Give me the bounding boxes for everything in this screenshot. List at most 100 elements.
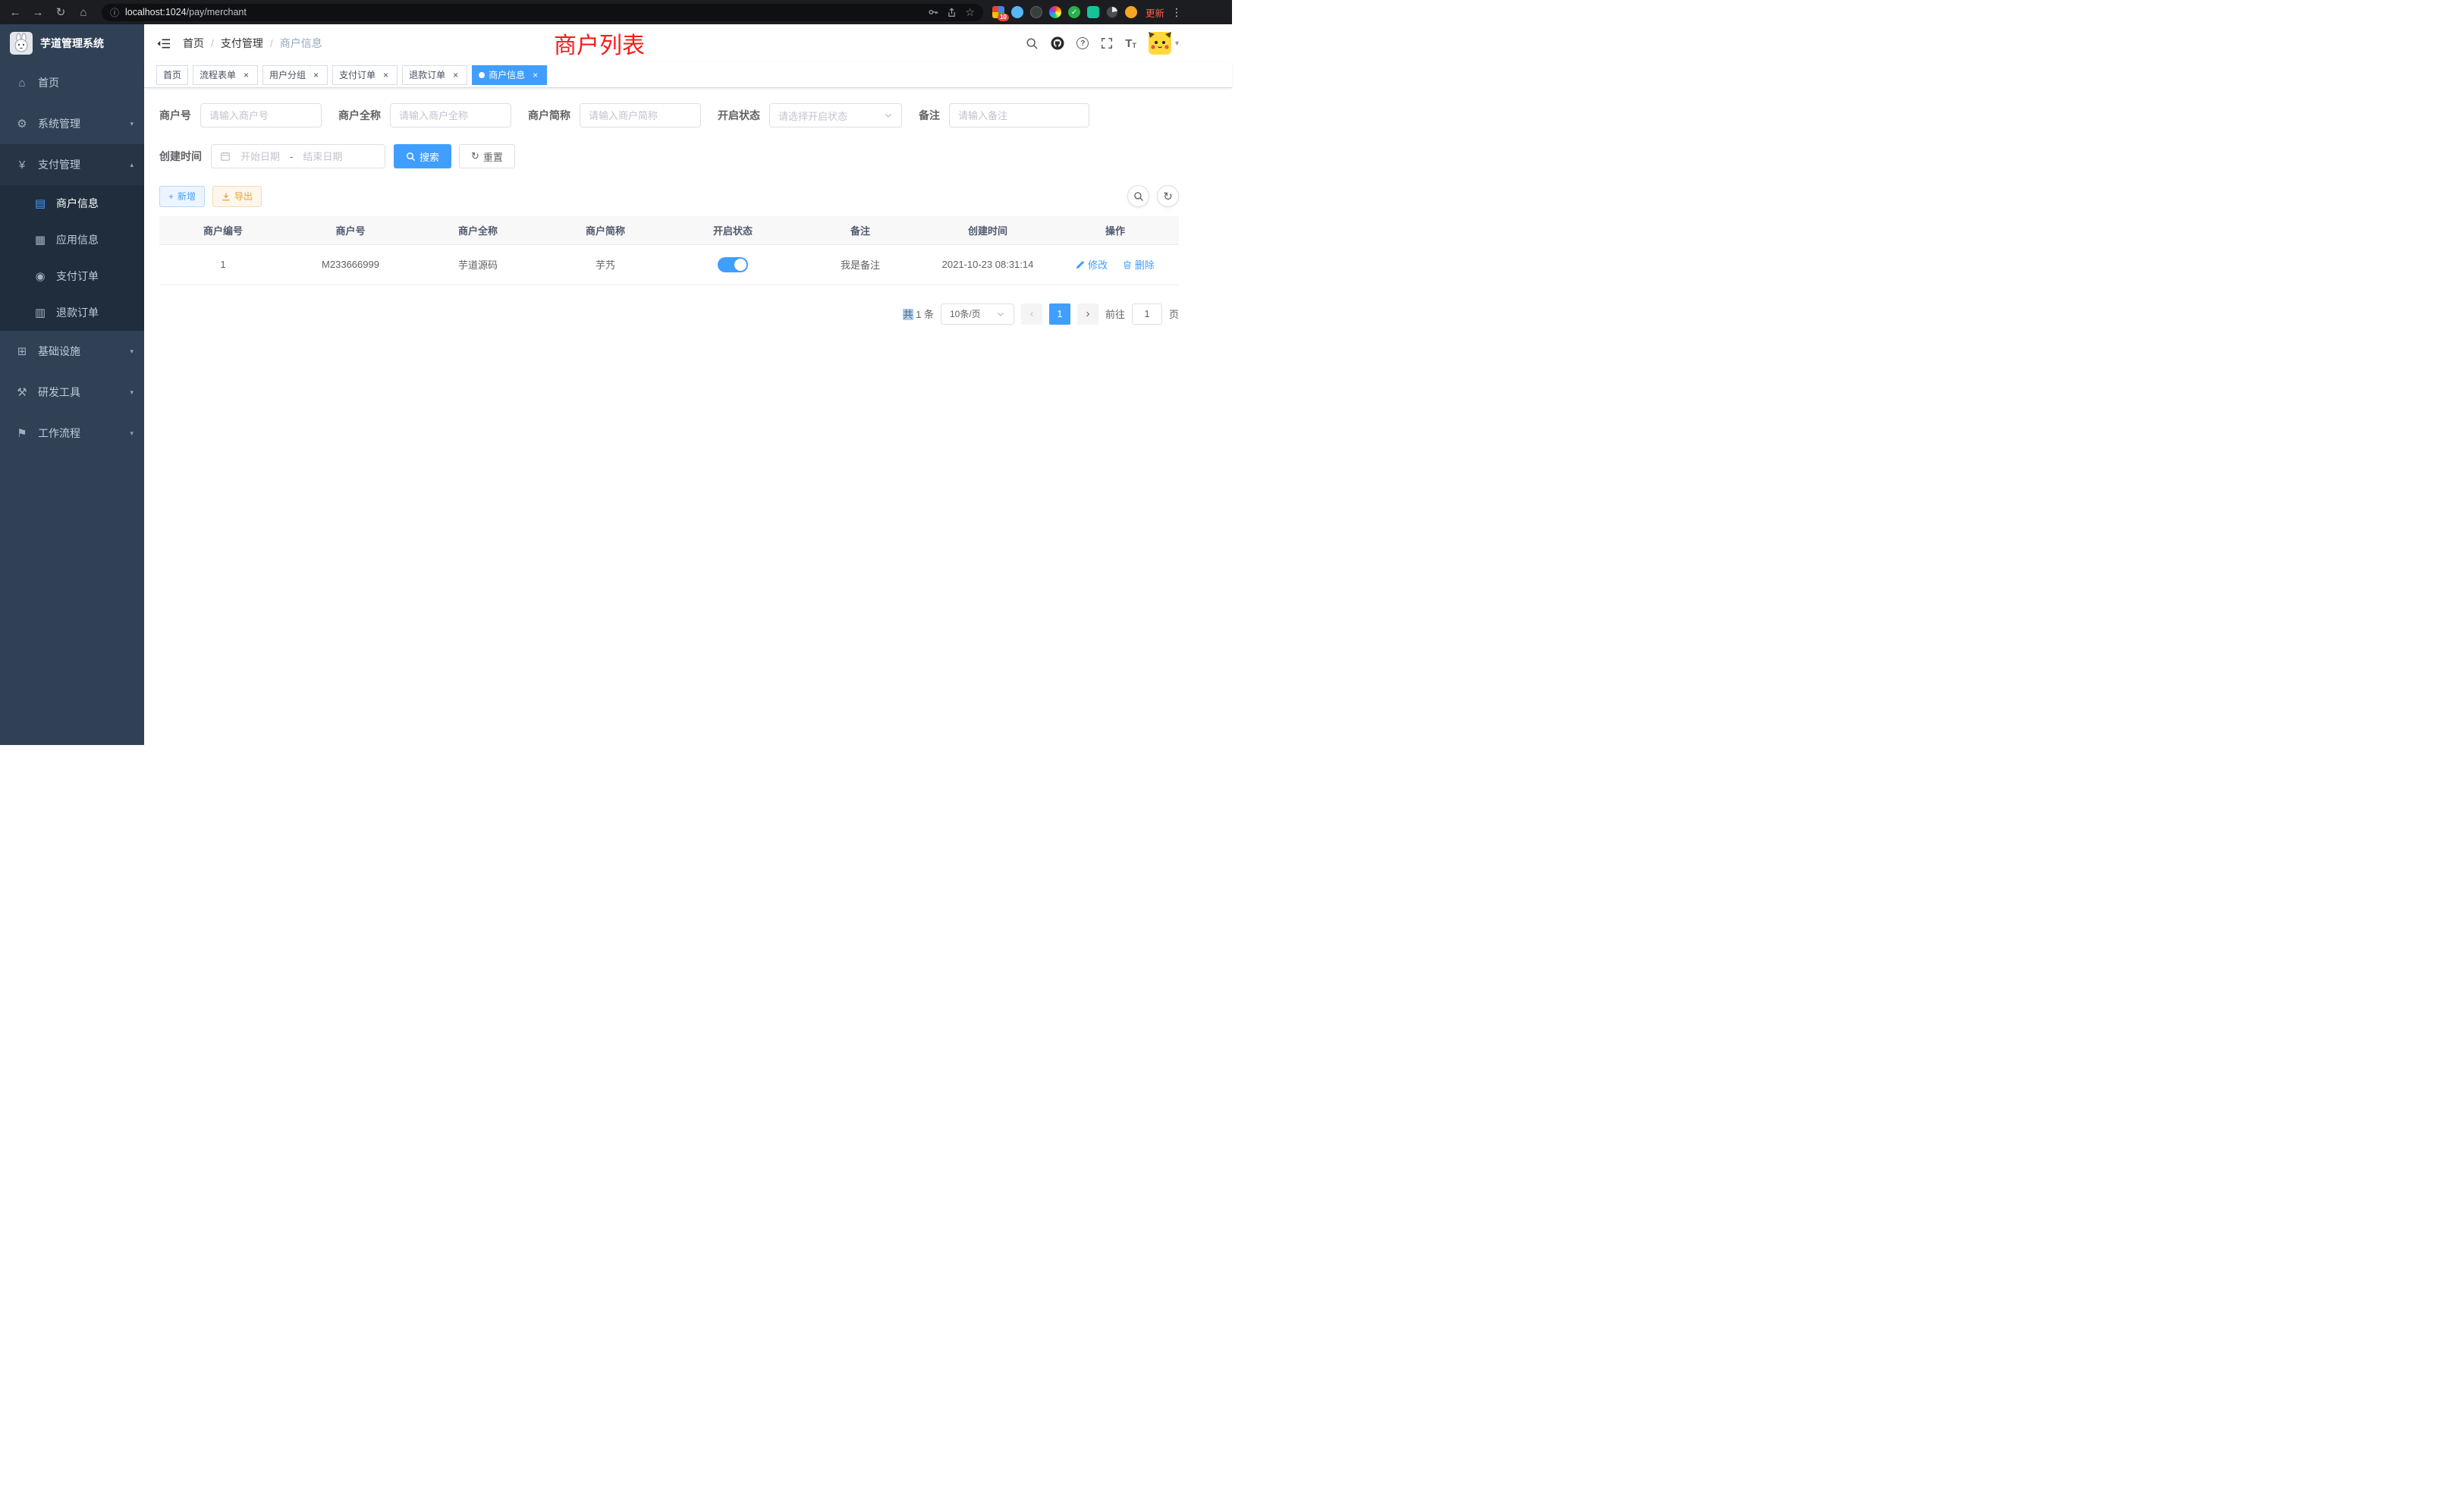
close-icon[interactable]: × [311, 70, 321, 80]
extension-icon[interactable] [1087, 6, 1099, 18]
sidebar-item-label: 退款订单 [56, 305, 99, 320]
chevron-down-icon [884, 111, 893, 120]
prev-page-button[interactable]: ‹ [1021, 303, 1042, 325]
tab-label: 流程表单 [200, 68, 236, 81]
help-icon[interactable]: ? [1076, 37, 1089, 49]
tab-user-group[interactable]: 用户分组 × [262, 65, 328, 85]
total-count-rest: 1 条 [913, 309, 934, 320]
sidebar-item-label: 系统管理 [38, 116, 80, 131]
date-range-picker[interactable]: - [211, 144, 385, 168]
tab-merchant-info[interactable]: 商户信息 × [472, 65, 547, 85]
tab-pay-order[interactable]: 支付订单 × [332, 65, 398, 85]
merchant-no-input[interactable] [209, 110, 313, 121]
delete-link[interactable]: 删除 [1123, 257, 1155, 272]
reload-icon[interactable]: ↻ [52, 3, 70, 21]
extension-icon[interactable] [1049, 6, 1061, 18]
cell-status [669, 244, 797, 284]
full-name-input[interactable] [399, 110, 502, 121]
sidebar-item-devtools[interactable]: ⚒ 研发工具 ▾ [0, 372, 144, 413]
chevron-down-icon: ▾ [130, 347, 134, 356]
tab-home[interactable]: 首页 [156, 65, 188, 85]
home-icon[interactable]: ⌂ [74, 3, 93, 21]
reset-button[interactable]: ↻ 重置 [459, 144, 515, 168]
breadcrumb: 首页 / 支付管理 / 商户信息 [183, 36, 322, 51]
cell-short-name: 芋艿 [542, 244, 669, 284]
document-icon: ▥ [33, 306, 47, 319]
breadcrumb-home[interactable]: 首页 [183, 36, 204, 51]
forward-icon[interactable]: → [29, 3, 47, 21]
pencil-icon [1076, 260, 1085, 269]
refresh-button[interactable]: ↻ [1157, 185, 1179, 207]
close-icon[interactable]: × [241, 70, 251, 80]
status-toggle[interactable] [718, 257, 748, 272]
back-icon[interactable]: ← [6, 3, 24, 21]
col-status: 开启状态 [669, 216, 797, 244]
sidebar-item-system[interactable]: ⚙ 系统管理 ▾ [0, 103, 144, 144]
sidebar-item-refund-order[interactable]: ▥ 退款订单 [0, 294, 144, 331]
chevron-up-icon: ▴ [130, 161, 134, 169]
password-key-icon[interactable] [928, 7, 938, 17]
sidebar-item-label: 研发工具 [38, 385, 80, 400]
sidebar-item-label: 应用信息 [56, 232, 99, 247]
app-logo[interactable]: 芋道管理系统 [0, 24, 144, 62]
extension-icon[interactable] [1106, 6, 1118, 18]
start-date-input[interactable] [235, 151, 285, 162]
close-icon[interactable]: × [530, 70, 540, 80]
add-button[interactable]: + 新增 [159, 186, 205, 207]
browser-update-button[interactable]: 更新 [1146, 5, 1164, 20]
site-info-icon[interactable]: ⓘ [110, 6, 119, 19]
end-date-input[interactable] [297, 151, 347, 162]
tab-label: 退款订单 [409, 68, 445, 81]
chevron-down-icon: ▾ [130, 120, 134, 128]
page-number-button[interactable]: 1 [1049, 303, 1070, 325]
breadcrumb-payment[interactable]: 支付管理 [221, 36, 263, 51]
cell-merchant-no: M233666999 [287, 244, 414, 284]
search-button[interactable]: 搜索 [394, 144, 451, 168]
yen-icon: ¥ [15, 159, 29, 171]
sidebar-item-workflow[interactable]: ⚑ 工作流程 ▾ [0, 413, 144, 454]
tab-refund-order[interactable]: 退款订单 × [402, 65, 467, 85]
sidebar-item-merchant-info[interactable]: ▤ 商户信息 [0, 185, 144, 222]
sidebar-item-label: 首页 [38, 75, 59, 90]
remark-input[interactable] [958, 110, 1080, 121]
browser-menu-icon[interactable]: ⋮ [1171, 6, 1182, 19]
url-text[interactable]: localhost:1024/pay/merchant [125, 7, 247, 17]
sidebar-item-home[interactable]: ⌂ 首页 [0, 62, 144, 103]
status-select[interactable]: 请选择开启状态 [769, 103, 902, 127]
trash-icon [1123, 260, 1132, 269]
address-bar[interactable]: ⓘ localhost:1024/pay/merchant ☆ [102, 4, 983, 21]
extension-icon[interactable]: ✓ [1068, 6, 1080, 18]
col-create-time: 创建时间 [924, 216, 1051, 244]
fullscreen-icon[interactable] [1101, 37, 1113, 49]
link-label: 修改 [1088, 257, 1108, 272]
sidebar-fold-icon[interactable] [156, 36, 171, 51]
sidebar-item-label: 商户信息 [56, 196, 99, 211]
sidebar-item-app-info[interactable]: ▦ 应用信息 [0, 222, 144, 258]
extension-icon[interactable] [1011, 6, 1023, 18]
export-button[interactable]: 导出 [212, 186, 262, 207]
extensions-puzzle-icon[interactable]: 10 [992, 6, 1004, 18]
sidebar-item-payment[interactable]: ¥ 支付管理 ▴ [0, 144, 144, 185]
share-icon[interactable] [947, 8, 957, 17]
close-icon[interactable]: × [381, 70, 391, 80]
user-menu[interactable]: ▾ [1149, 32, 1179, 55]
toggle-search-button[interactable] [1127, 185, 1149, 207]
bookmark-star-icon[interactable]: ☆ [965, 7, 975, 17]
font-size-icon[interactable]: TT [1125, 38, 1136, 49]
sidebar-item-pay-order[interactable]: ◉ 支付订单 [0, 258, 144, 294]
next-page-button[interactable]: › [1077, 303, 1098, 325]
profile-avatar-icon[interactable] [1125, 6, 1137, 18]
select-placeholder: 请选择开启状态 [778, 108, 879, 123]
edit-link[interactable]: 修改 [1076, 257, 1108, 272]
col-short-name: 商户简称 [542, 216, 669, 244]
github-icon[interactable] [1051, 36, 1064, 50]
tab-process-form[interactable]: 流程表单 × [193, 65, 258, 85]
sidebar-item-infra[interactable]: ⊞ 基础设施 ▾ [0, 331, 144, 372]
page-size-select[interactable]: 10条/页 [941, 303, 1014, 325]
close-icon[interactable]: × [451, 70, 460, 80]
extension-icon[interactable] [1030, 6, 1042, 18]
plus-icon: + [168, 191, 174, 202]
search-icon[interactable] [1026, 37, 1039, 50]
goto-page-input[interactable] [1132, 303, 1162, 325]
short-name-input[interactable] [589, 110, 692, 121]
